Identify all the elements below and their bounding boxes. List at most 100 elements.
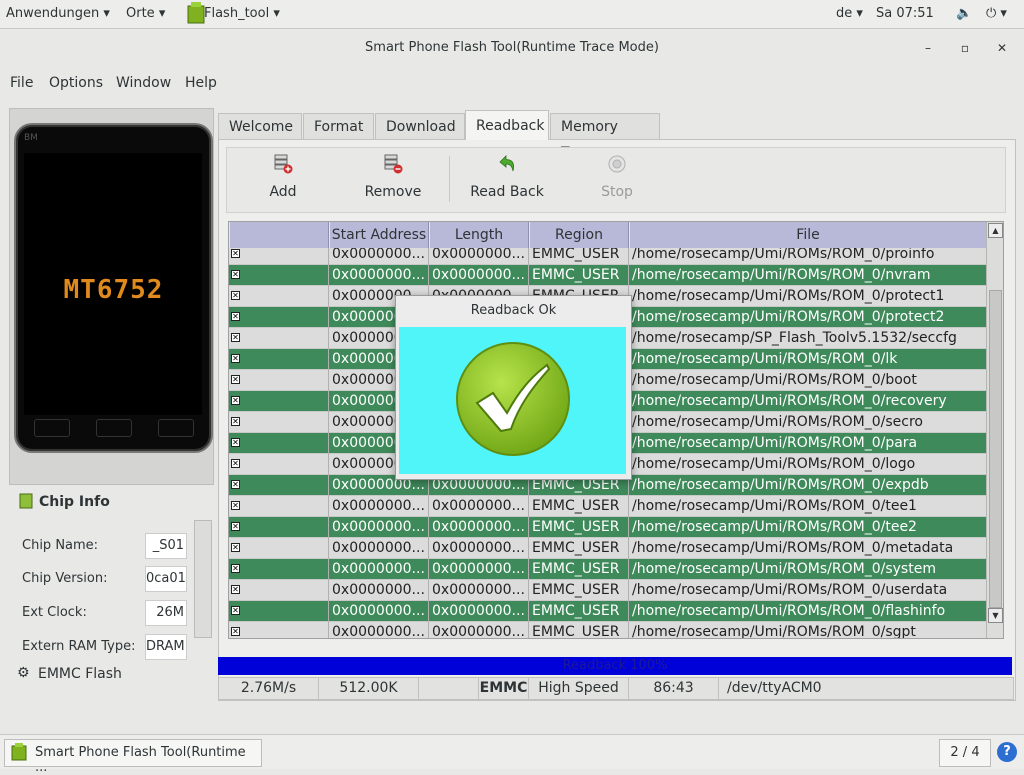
- menu-file[interactable]: File: [10, 75, 33, 91]
- home-key-icon: [96, 419, 132, 437]
- row-checkbox[interactable]: ✕: [231, 522, 240, 531]
- row-checkbox[interactable]: ✕: [231, 585, 240, 594]
- table-row[interactable]: ✕0x0000000...0x0000000...EMMC_USER/home/…: [229, 265, 987, 286]
- row-checkbox[interactable]: ✕: [231, 291, 240, 300]
- status-speed: 2.76M/s: [219, 678, 319, 699]
- phone-image: BM MT6752: [14, 123, 213, 453]
- row-checkbox[interactable]: ✕: [231, 417, 240, 426]
- status-mode: High Speed: [529, 678, 629, 699]
- row-checkbox[interactable]: ✕: [231, 249, 240, 258]
- clock[interactable]: Sa 07:51: [876, 6, 934, 21]
- cell-checkbox: ✕: [229, 286, 329, 307]
- row-checkbox[interactable]: ✕: [231, 501, 240, 510]
- row-checkbox[interactable]: ✕: [231, 606, 240, 615]
- cell-checkbox: ✕: [229, 307, 329, 328]
- status-port: /dev/ttyACM0: [727, 680, 822, 696]
- readback-ok-dialog[interactable]: Readback Ok: [395, 295, 632, 480]
- row-checkbox[interactable]: ✕: [231, 270, 240, 279]
- col-length[interactable]: Length: [429, 222, 529, 248]
- row-checkbox[interactable]: ✕: [231, 543, 240, 552]
- maximize-button[interactable]: ▫: [956, 39, 974, 57]
- table-row[interactable]: ✕0x0000000...0x0000000...EMMC_USER/home/…: [229, 517, 987, 538]
- places-menu[interactable]: Orte ▾: [126, 6, 165, 21]
- cell-region: EMMC_USER: [529, 622, 629, 638]
- cell-start: 0x0000000...: [329, 580, 429, 601]
- emmc-flash-header[interactable]: ⚙ EMMC Flash: [9, 660, 212, 688]
- cell-file: /home/rosecamp/Umi/ROMs/ROM_0/sgpt: [629, 622, 987, 638]
- row-checkbox[interactable]: ✕: [231, 459, 240, 468]
- row-checkbox[interactable]: ✕: [231, 312, 240, 321]
- chip-info-label: Chip Info: [39, 494, 110, 510]
- row-checkbox[interactable]: ✕: [231, 354, 240, 363]
- cell-file: /home/rosecamp/Umi/ROMs/ROM_0/lk: [629, 349, 987, 370]
- scroll-up-icon[interactable]: ▲: [988, 223, 1003, 238]
- cell-checkbox: ✕: [229, 265, 329, 286]
- tab-format[interactable]: Format: [303, 113, 374, 139]
- row-checkbox[interactable]: ✕: [231, 396, 240, 405]
- chip-info-scrollbar[interactable]: [194, 520, 212, 638]
- add-icon: [274, 154, 293, 174]
- cell-length: 0x0000000...: [429, 538, 529, 559]
- taskbar-window-label: Smart Phone Flash Tool(Runtime ...: [35, 745, 246, 775]
- minimize-button[interactable]: –: [919, 39, 937, 57]
- close-button[interactable]: ✕: [993, 39, 1011, 57]
- cell-file: /home/rosecamp/Umi/ROMs/ROM_0/para: [629, 433, 987, 454]
- menu-help[interactable]: Help: [185, 75, 217, 91]
- col-region[interactable]: Region: [529, 222, 629, 248]
- row-checkbox[interactable]: ✕: [231, 438, 240, 447]
- scroll-thumb[interactable]: [989, 290, 1002, 608]
- row-checkbox[interactable]: ✕: [231, 480, 240, 489]
- menu-window[interactable]: Window: [116, 75, 171, 91]
- stop-button[interactable]: Stop: [567, 148, 667, 210]
- dialog-title: Readback Ok: [470, 303, 557, 318]
- table-row[interactable]: ✕0x0000000...0x0000000...EMMC_USER/home/…: [229, 496, 987, 517]
- progress-text: Readback 100%: [562, 658, 668, 673]
- keyboard-layout[interactable]: de ▾: [836, 6, 863, 21]
- power-icon[interactable]: ⏻ ▾: [986, 6, 1007, 21]
- applications-menu[interactable]: Anwendungen ▾: [6, 6, 110, 21]
- workspace-indicator[interactable]: 2 / 4: [939, 739, 991, 767]
- tab-download[interactable]: Download: [375, 113, 465, 139]
- help-icon[interactable]: ?: [997, 742, 1017, 762]
- cell-region: EMMC_USER: [529, 601, 629, 622]
- row-checkbox[interactable]: ✕: [231, 627, 240, 636]
- cell-checkbox: ✕: [229, 370, 329, 391]
- remove-label: Remove: [364, 184, 422, 200]
- volume-icon[interactable]: 🔈: [956, 6, 972, 21]
- table-row[interactable]: ✕0x0000000...0x0000000...EMMC_USER/home/…: [229, 580, 987, 601]
- col-checkbox[interactable]: [229, 222, 329, 248]
- row-checkbox[interactable]: ✕: [231, 333, 240, 342]
- app-icon: [11, 743, 27, 765]
- cell-file: /home/rosecamp/Umi/ROMs/ROM_0/nvram: [629, 265, 987, 286]
- col-start-address[interactable]: Start Address: [329, 222, 429, 248]
- cell-region: EMMC_USER: [529, 580, 629, 601]
- chip-info-header[interactable]: Chip Info: [9, 487, 212, 515]
- scroll-down-icon[interactable]: ▼: [988, 608, 1003, 623]
- taskbar-window-item[interactable]: Smart Phone Flash Tool(Runtime ...: [4, 739, 262, 775]
- table-row[interactable]: ✕0x0000000...0x0000000...EMMC_USER/home/…: [229, 538, 987, 559]
- table-scrollbar[interactable]: ▲ ▼: [986, 222, 1003, 638]
- taskbar: Smart Phone Flash Tool(Runtime ... 2 / 4…: [0, 734, 1024, 775]
- tab-welcome[interactable]: Welcome: [218, 113, 302, 139]
- cell-checkbox: ✕: [229, 601, 329, 622]
- table-row[interactable]: ✕0x0000000...0x0000000...EMMC_USER/home/…: [229, 559, 987, 580]
- read-back-button[interactable]: Read Back: [457, 148, 557, 210]
- tab-memory-test[interactable]: Memory Test: [550, 113, 660, 161]
- remove-button[interactable]: Remove: [343, 148, 443, 210]
- menu-options[interactable]: Options: [49, 75, 103, 91]
- table-row[interactable]: ✕0x0000000...0x0000000...EMMC_USER/home/…: [229, 622, 987, 638]
- table-row[interactable]: ✕0x0000000...0x0000000...EMMC_USER/home/…: [229, 601, 987, 622]
- row-checkbox[interactable]: ✕: [231, 375, 240, 384]
- cell-length: 0x0000000...: [429, 496, 529, 517]
- tab-readback[interactable]: Readback: [465, 110, 549, 140]
- app-menu[interactable]: Flash_tool ▾: [204, 6, 280, 21]
- cell-file: /home/rosecamp/Umi/ROMs/ROM_0/protect2: [629, 307, 987, 328]
- cell-file: /home/rosecamp/Umi/ROMs/ROM_0/tee2: [629, 517, 987, 538]
- row-checkbox[interactable]: ✕: [231, 564, 240, 573]
- cell-region: EMMC_USER: [529, 517, 629, 538]
- toolbar: Add Remove Read Back Stop: [226, 147, 1006, 213]
- cell-region: EMMC_USER: [529, 538, 629, 559]
- add-button[interactable]: Add: [233, 148, 333, 210]
- cell-file: /home/rosecamp/Umi/ROMs/ROM_0/secro: [629, 412, 987, 433]
- col-file[interactable]: File: [629, 222, 987, 248]
